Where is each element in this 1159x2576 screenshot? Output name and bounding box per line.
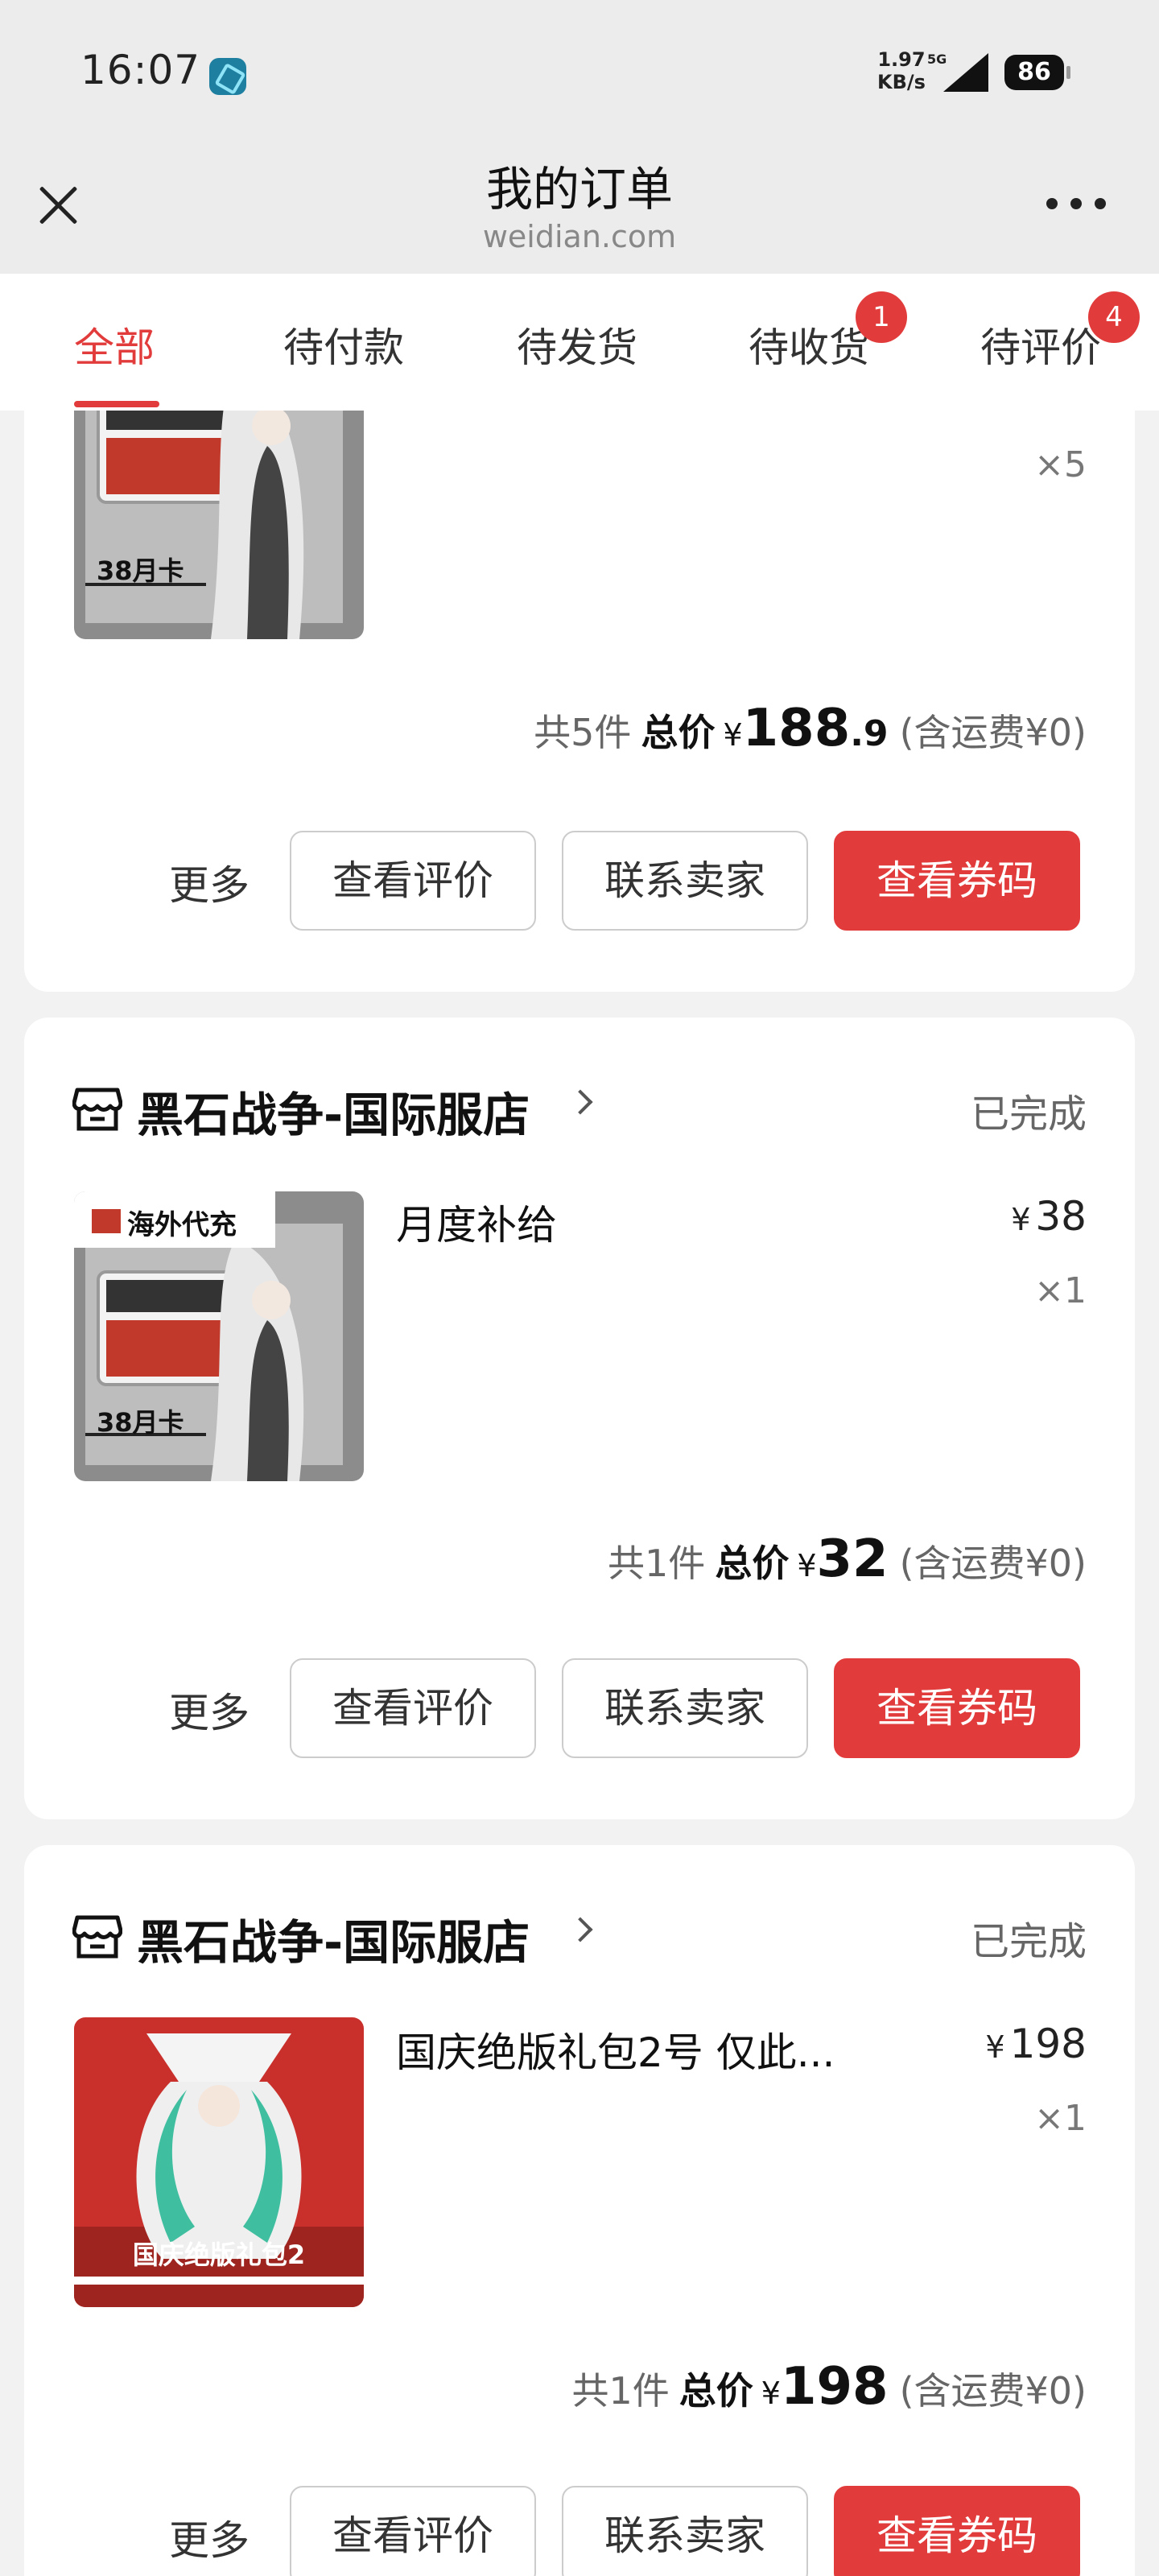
more-menu-icon[interactable] [1046, 193, 1111, 217]
network-speed: 1.97 KB/s 5G [877, 48, 947, 93]
tab-pending-receipt[interactable]: 待收货 [749, 316, 869, 374]
shop-icon [72, 1915, 122, 1959]
total-amount: 188 [742, 699, 851, 758]
total-label: 总价 [678, 2369, 753, 2413]
shipping-note: (含运费¥0) [899, 1542, 1087, 1585]
product-thumbnail[interactable]: 国庆绝版礼包2 [74, 2017, 364, 2307]
shop-name[interactable]: 黑石战争-国际服店 [137, 1077, 530, 1145]
order-total: 共1件 总价 ¥198 (含运费¥0) [572, 2357, 1087, 2417]
order-tabs: 全部 待付款 待发货 待收货 1 待评价 4 [0, 274, 1159, 411]
total-decimal: .9 [850, 713, 889, 754]
quantity: ×1 [1034, 1270, 1087, 1311]
shop-icon [72, 1088, 122, 1131]
unit-price: ¥198 [985, 2021, 1087, 2067]
thumbnail-label: 38月卡 [97, 1407, 184, 1438]
shipping-note: (含运费¥0) [899, 2369, 1087, 2413]
shipping-note: (含运费¥0) [899, 711, 1087, 754]
view-coupon-button[interactable]: 查看券码 [834, 2486, 1080, 2576]
contact-seller-button[interactable]: 联系卖家 [562, 1658, 808, 1758]
item-count: 共5件 [534, 711, 632, 754]
net-speed-unit: KB/s [877, 71, 926, 93]
signal-icon [943, 53, 988, 92]
view-review-button[interactable]: 查看评价 [290, 1658, 536, 1758]
total-amount: 198 [780, 2357, 889, 2417]
more-actions-button[interactable]: 更多 [169, 2508, 250, 2566]
contact-seller-button[interactable]: 联系卖家 [562, 2486, 808, 2576]
tab-badge: 4 [1088, 291, 1140, 343]
thumbnail-label: 38月卡 [97, 555, 184, 586]
net-speed-value: 1.97 [877, 48, 926, 71]
app-notification-icon [209, 58, 246, 95]
chevron-right-icon [567, 1917, 593, 1942]
view-review-button[interactable]: 查看评价 [290, 831, 536, 931]
total-amount: 32 [816, 1530, 889, 1589]
tab-pending-shipment[interactable]: 待发货 [517, 316, 637, 374]
contact-seller-button[interactable]: 联系卖家 [562, 831, 808, 931]
total-label: 总价 [641, 711, 716, 754]
battery-icon: 86 [1004, 55, 1070, 90]
order-card: 黑石战争-国际服店 已完成 海外代充 38月卡 月度补给 ¥38 ×1 共1件 … [24, 1018, 1135, 1819]
shop-name[interactable]: 黑石战争-国际服店 [137, 1905, 530, 1972]
currency-symbol: ¥ [761, 2376, 781, 2411]
more-actions-button[interactable]: 更多 [169, 1681, 250, 1739]
order-status: 已完成 [970, 1092, 1087, 1137]
unit-price: ¥38 [1011, 1193, 1087, 1240]
view-coupon-button[interactable]: 查看券码 [834, 831, 1080, 931]
quantity: ×5 [1034, 444, 1087, 485]
currency-symbol: ¥ [797, 1548, 817, 1583]
order-actions: 更多 查看评价 联系卖家 查看券码 [169, 2486, 1087, 2576]
view-review-button[interactable]: 查看评价 [290, 2486, 536, 2576]
tab-all[interactable]: 全部 [74, 316, 155, 374]
tab-pending-review[interactable]: 待评价 [980, 316, 1101, 374]
quantity: ×1 [1034, 2098, 1087, 2139]
tab-pending-payment[interactable]: 待付款 [283, 316, 404, 374]
currency-symbol: ¥ [723, 717, 743, 753]
page-domain: weidian.com [482, 219, 677, 254]
chevron-right-icon [567, 1089, 593, 1115]
thumbnail-tag: 海外代充 [127, 1209, 237, 1241]
order-card: 黑石战争-国际服店 已完成 国庆绝版礼包2 国庆绝版礼包2号 仅此... ¥19… [24, 1845, 1135, 2576]
item-count: 共1件 [608, 1542, 706, 1585]
tab-badge: 1 [856, 291, 907, 343]
view-coupon-button[interactable]: 查看券码 [834, 1658, 1080, 1758]
product-name[interactable]: 月度补给 [396, 1193, 557, 1251]
page-title: 我的订单 [485, 162, 673, 217]
order-status: 已完成 [970, 1919, 1087, 1964]
currency-symbol: ¥ [985, 2029, 1005, 2065]
product-thumbnail[interactable]: 海外代充 38月卡 [74, 1191, 364, 1481]
item-count: 共1件 [571, 2369, 670, 2413]
unit-price-value: 38 [1035, 1193, 1087, 1240]
order-actions: 更多 查看评价 联系卖家 查看券码 [169, 1658, 1087, 1760]
status-time: 16:07 [80, 47, 201, 93]
order-total: 共5件 总价 ¥188.9 (含运费¥0) [534, 699, 1087, 758]
app-header: 16:07 1.97 KB/s 5G 86 我的订单 weidian.com [0, 0, 1159, 274]
currency-symbol: ¥ [1011, 1202, 1031, 1237]
thumbnail-label: 国庆绝版礼包2 [132, 2240, 306, 2270]
tab-active-indicator [74, 401, 159, 407]
more-actions-button[interactable]: 更多 [169, 853, 250, 911]
total-label: 总价 [715, 1542, 790, 1585]
unit-price-value: 198 [1009, 2021, 1087, 2067]
product-name[interactable]: 国庆绝版礼包2号 仅此... [396, 2021, 835, 2079]
order-actions: 更多 查看评价 联系卖家 查看券码 [169, 831, 1087, 932]
order-total: 共1件 总价 ¥32 (含运费¥0) [608, 1530, 1087, 1589]
